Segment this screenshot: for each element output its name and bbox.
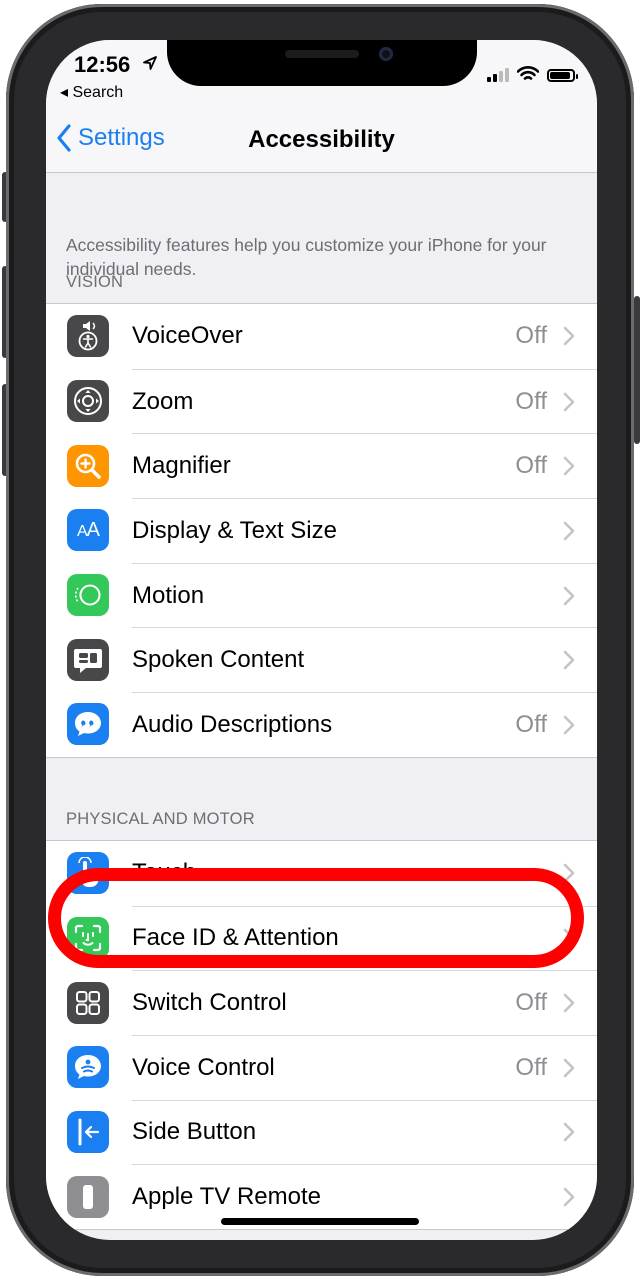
page-title: Accessibility: [248, 126, 395, 153]
row-voice-control[interactable]: Voice Control Off: [46, 1034, 597, 1100]
voiceover-icon: [67, 315, 109, 358]
row-label: Spoken Content: [132, 646, 305, 674]
row-body: Magnifier Off: [132, 433, 597, 498]
row-value: Off: [515, 452, 547, 480]
chevron-right-icon: [563, 650, 575, 670]
battery-icon: [547, 69, 578, 82]
row-label: Zoom: [132, 387, 194, 415]
row-label: Side Button: [132, 1118, 257, 1146]
chevron-right-icon: [563, 327, 575, 346]
row-body: Side Button: [132, 1099, 597, 1165]
row-label: Switch Control: [132, 989, 287, 1017]
row-display-text-size[interactable]: AA Display & Text Size: [46, 498, 597, 563]
chevron-right-icon: [563, 993, 575, 1013]
row-side-button[interactable]: Side Button: [46, 1099, 597, 1165]
voice-control-icon: [67, 1046, 109, 1089]
row-label: VoiceOver: [132, 322, 243, 350]
row-label: Display & Text Size: [132, 516, 337, 544]
remote-icon: [67, 1175, 109, 1218]
row-value: Off: [515, 989, 547, 1017]
row-label: Apple TV Remote: [132, 1183, 321, 1211]
row-value: Off: [515, 322, 547, 350]
text-size-icon: AA: [67, 509, 109, 552]
row-label: Magnifier: [132, 452, 231, 480]
status-indicators: [487, 66, 578, 82]
row-label: Motion: [132, 581, 205, 609]
chevron-right-icon: [563, 715, 575, 735]
screen: 12:56 ◂ Search Settings Accessibility Ac…: [46, 40, 597, 1240]
settings-content: Accessibility features help you customiz…: [46, 173, 597, 1230]
row-motion[interactable]: Motion: [46, 562, 597, 628]
speaker: [285, 50, 359, 58]
row-switch-control[interactable]: Switch Control Off: [46, 970, 597, 1035]
chevron-right-icon: [563, 586, 575, 605]
cellular-signal-icon: [487, 68, 509, 82]
touch-highlight-annotation: [48, 868, 584, 968]
wifi-icon: [517, 66, 539, 80]
stage: 12:56 ◂ Search Settings Accessibility Ac…: [0, 0, 642, 1280]
row-value: Off: [515, 710, 547, 738]
power-button: [634, 296, 640, 444]
vision-group: VoiceOver Off Zoom Off Magnifier Off AA …: [46, 303, 597, 758]
row-body: Switch Control Off: [132, 970, 597, 1035]
speech-bubble-icon: [67, 703, 109, 746]
status-time: 12:56: [74, 52, 131, 77]
notch: [167, 40, 477, 86]
chevron-right-icon: [563, 1058, 575, 1078]
home-indicator[interactable]: [221, 1218, 419, 1225]
row-zoom[interactable]: Zoom Off: [46, 368, 597, 434]
chevron-right-icon: [563, 1187, 575, 1207]
row-body: Voice Control Off: [132, 1034, 597, 1100]
intro-text: Accessibility features help you customiz…: [66, 235, 547, 279]
row-value: Off: [515, 387, 547, 415]
row-magnifier[interactable]: Magnifier Off: [46, 433, 597, 498]
row-body: Spoken Content: [132, 627, 597, 692]
row-body: Audio Descriptions Off: [132, 692, 597, 757]
side-button-icon: [67, 1110, 109, 1153]
row-label: Audio Descriptions: [132, 710, 333, 738]
chevron-right-icon: [563, 392, 575, 411]
front-camera: [379, 47, 393, 61]
section-header-physical-motor: PHYSICAL AND MOTOR: [66, 809, 255, 828]
navigation-bar: Settings Accessibility: [46, 110, 597, 173]
location-arrow-icon: [143, 56, 157, 70]
row-body: Motion: [132, 562, 597, 628]
chevron-right-icon: [563, 1123, 575, 1142]
row-spoken-content[interactable]: Spoken Content: [46, 627, 597, 692]
row-body: Zoom Off: [132, 368, 597, 434]
back-to-search-link[interactable]: ◂ Search: [60, 82, 123, 102]
row-body: Display & Text Size: [132, 498, 597, 563]
zoom-icon: [67, 380, 109, 423]
chevron-right-icon: [563, 521, 575, 541]
switch-control-icon: [67, 981, 109, 1024]
motion-icon: [67, 574, 109, 617]
row-body: VoiceOver Off: [132, 304, 597, 369]
chevron-right-icon: [563, 456, 575, 476]
row-label: Voice Control: [132, 1053, 275, 1081]
row-audio-descriptions[interactable]: Audio Descriptions Off: [46, 692, 597, 757]
row-value: Off: [515, 1053, 547, 1081]
row-voiceover[interactable]: VoiceOver Off: [46, 304, 597, 369]
magnifier-icon: [67, 444, 109, 487]
spoken-content-icon: [67, 638, 109, 681]
